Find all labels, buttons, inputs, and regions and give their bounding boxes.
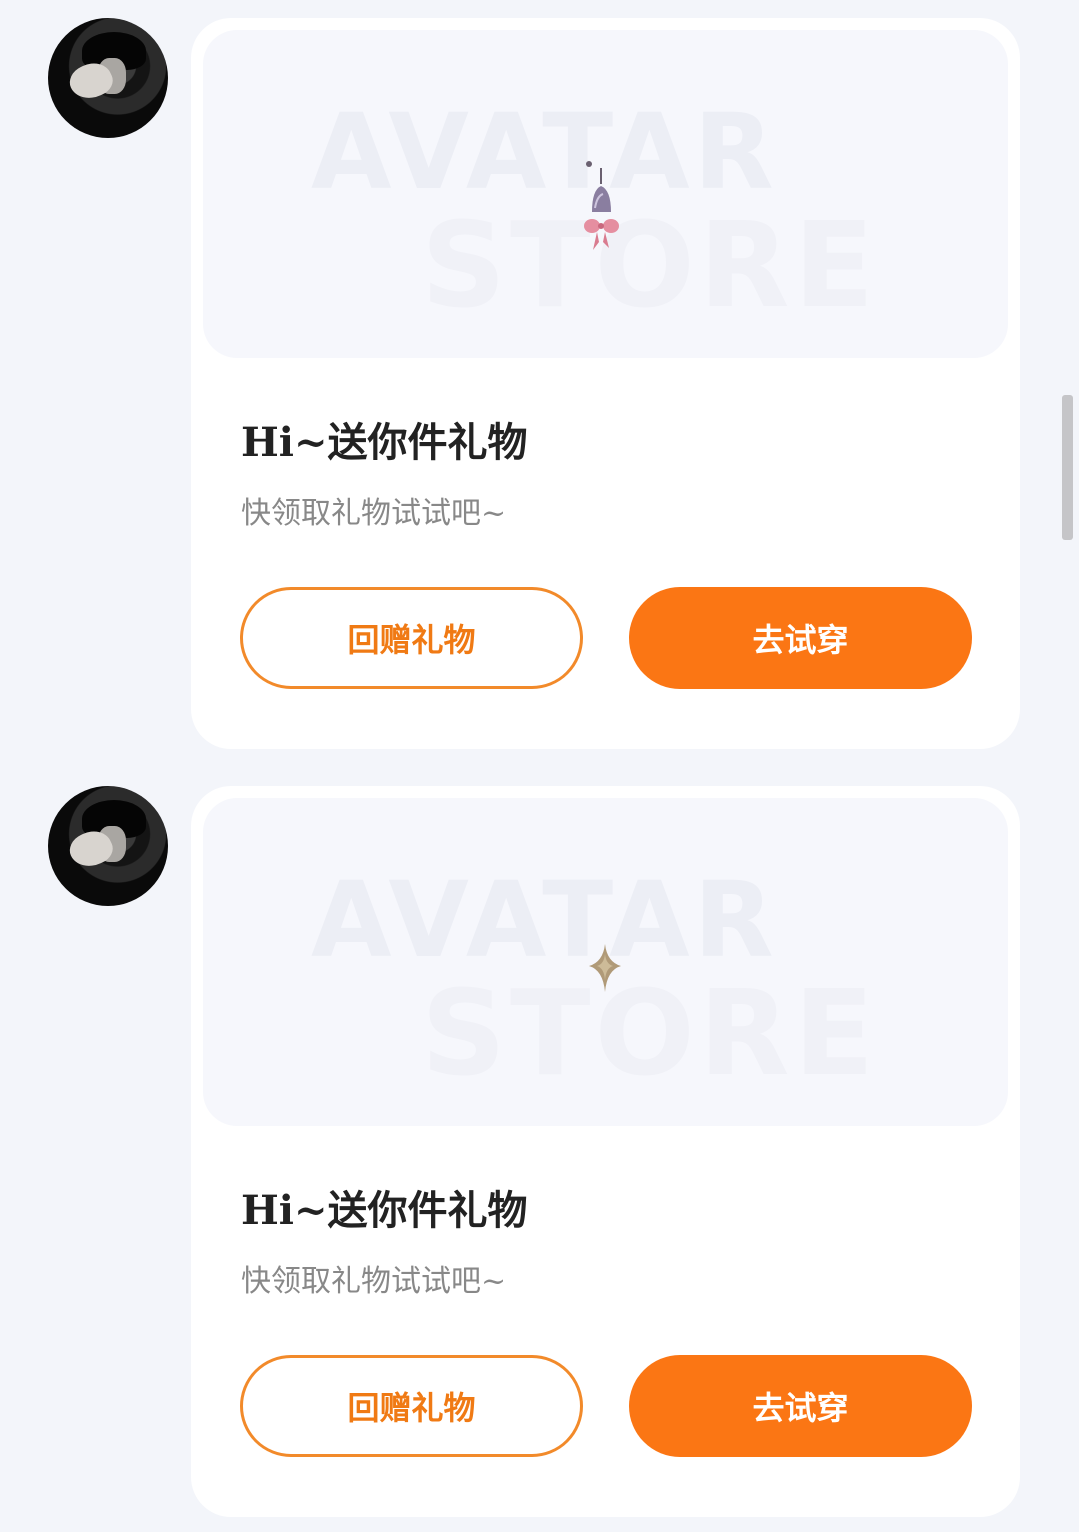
scrollbar[interactable] bbox=[1062, 395, 1073, 540]
try-on-button[interactable]: 去试穿 bbox=[629, 1355, 972, 1457]
try-on-button[interactable]: 去试穿 bbox=[629, 587, 972, 689]
gift-preview[interactable]: AVATAR STORE bbox=[203, 798, 1008, 1126]
gift-title: Hi~送你件礼物 bbox=[241, 419, 528, 466]
sender-avatar[interactable] bbox=[48, 786, 168, 906]
gift-card: AVATAR STORE Hi~送你件礼物 快领取礼物试试吧~ 回赠礼物 去试穿 bbox=[191, 786, 1020, 1517]
watermark-store: STORE bbox=[421, 196, 879, 334]
watermark-avatar: AVATAR bbox=[311, 91, 778, 213]
gift-subtitle: 快领取礼物试试吧~ bbox=[241, 1264, 507, 1299]
sparkle-icon bbox=[589, 944, 621, 992]
watermark-store: STORE bbox=[421, 964, 879, 1102]
return-gift-button[interactable]: 回赠礼物 bbox=[240, 1355, 583, 1457]
bell-charm-icon bbox=[584, 161, 619, 250]
watermark-avatar: AVATAR bbox=[311, 859, 778, 981]
gift-card: AVATAR STORE Hi~送你件礼物 快领取礼物试试吧~ 回赠礼物 去试穿 bbox=[191, 18, 1020, 749]
gift-subtitle: 快领取礼物试试吧~ bbox=[241, 496, 507, 531]
sender-avatar[interactable] bbox=[48, 18, 168, 138]
gift-title: Hi~送你件礼物 bbox=[241, 1187, 528, 1234]
gift-preview[interactable]: AVATAR STORE bbox=[203, 30, 1008, 358]
return-gift-button[interactable]: 回赠礼物 bbox=[240, 587, 583, 689]
